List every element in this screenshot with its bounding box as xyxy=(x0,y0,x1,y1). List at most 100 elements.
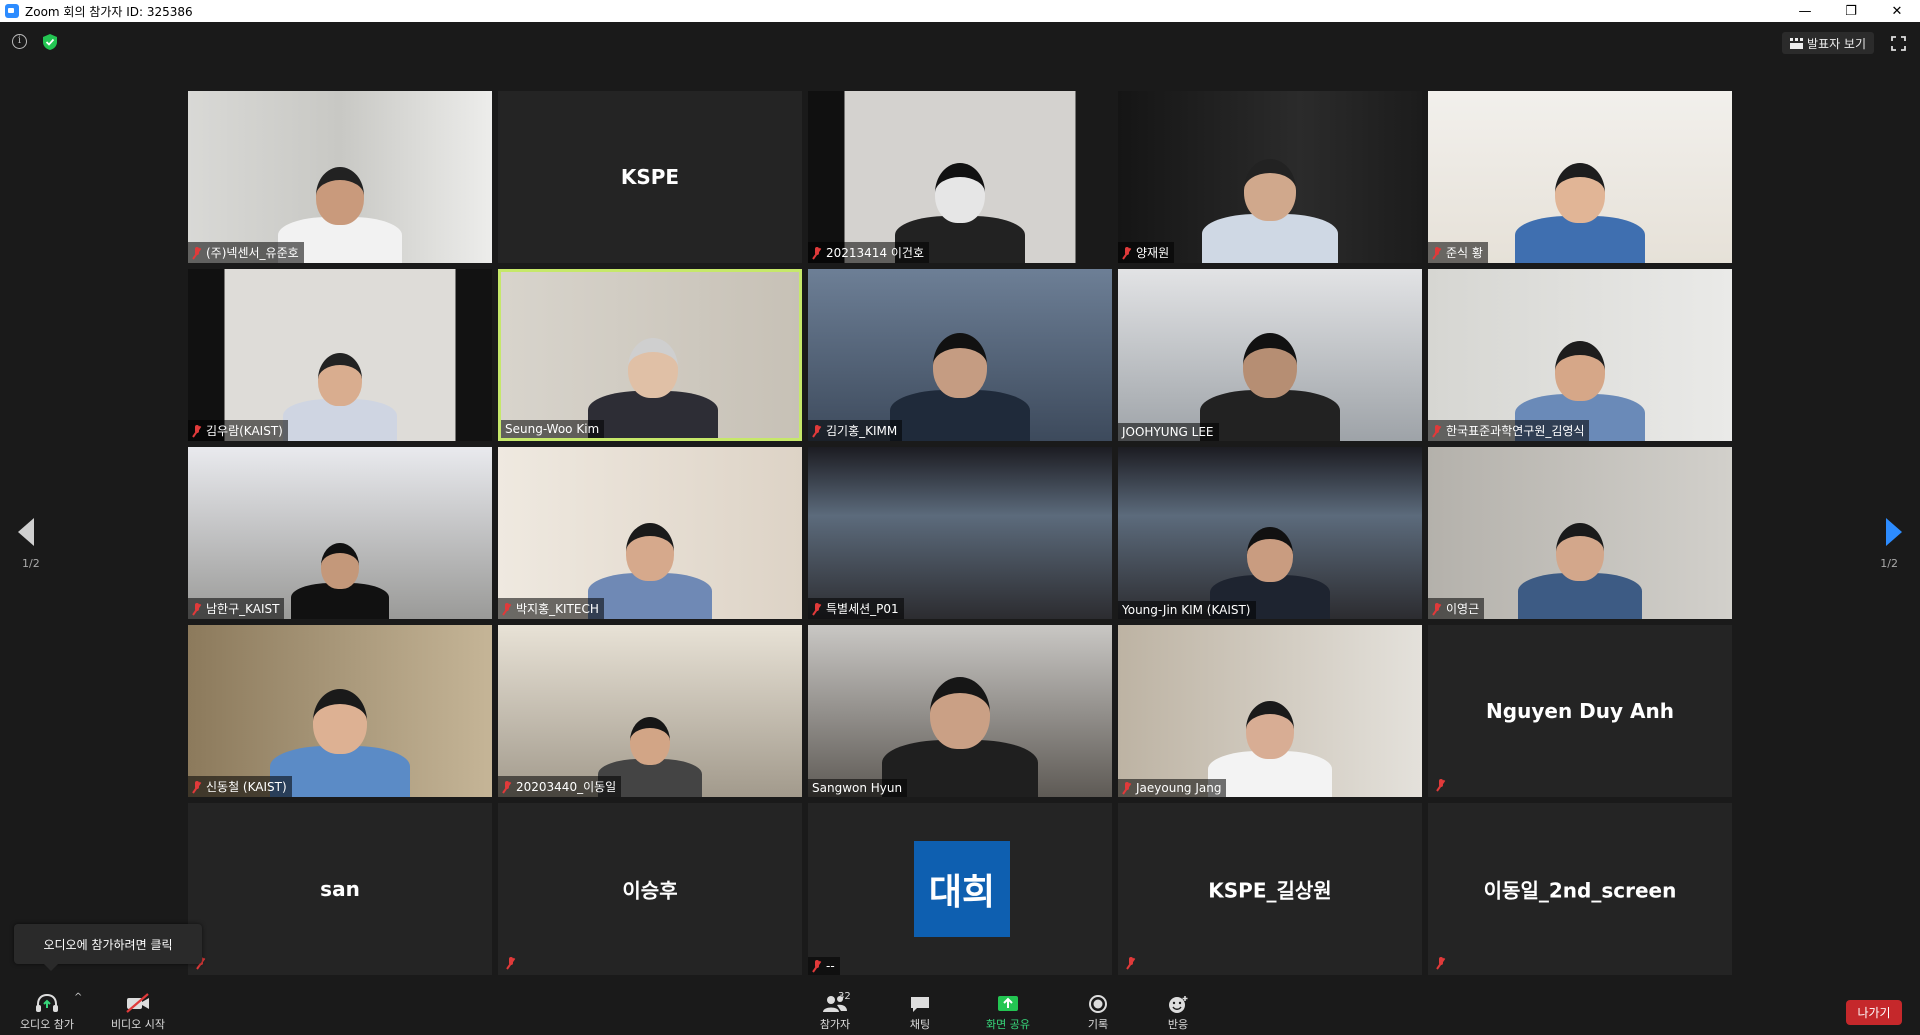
participant-nameplate: Jaeyoung Jang xyxy=(1118,779,1227,797)
participant-nameplate: 신동철 (KAIST) xyxy=(188,776,292,797)
participant-head xyxy=(1244,159,1296,222)
chat-button[interactable]: 채팅 xyxy=(890,982,950,1035)
participant-name: Sangwon Hyun xyxy=(812,781,903,795)
minimize-button[interactable]: — xyxy=(1782,0,1828,22)
join-audio-button[interactable]: 오디오 참가 xyxy=(8,982,86,1035)
participant-nameplate: 김우람(KAIST) xyxy=(188,420,288,441)
participant-tile[interactable]: KSPE_길상원 xyxy=(1118,803,1422,975)
fullscreen-icon[interactable] xyxy=(1891,36,1906,51)
meeting-info-icon[interactable]: i xyxy=(12,34,27,49)
participant-tile[interactable]: Sangwon Hyun xyxy=(808,625,1112,797)
mic-muted-icon xyxy=(1122,246,1132,259)
join-audio-label: 오디오 참가 xyxy=(19,1018,75,1031)
mic-muted-icon xyxy=(1436,779,1446,791)
participant-tile[interactable]: KSPE xyxy=(498,91,802,263)
participant-tile[interactable]: Young-Jin KIM (KAIST) xyxy=(1118,447,1422,619)
leave-meeting-button[interactable]: 나가기 xyxy=(1846,1000,1902,1025)
audio-options-chevron-icon[interactable]: ^ xyxy=(74,992,82,1003)
participant-name: 신동철 (KAIST) xyxy=(206,780,287,794)
start-video-label: 비디오 시작 xyxy=(110,1018,166,1031)
restore-button[interactable]: ❐ xyxy=(1828,0,1874,22)
reactions-button[interactable]: 반응 xyxy=(1148,982,1208,1035)
participants-button[interactable]: 32 참가자 xyxy=(800,982,870,1035)
participant-tile[interactable]: 이영근 xyxy=(1428,447,1732,619)
mic-muted-icon xyxy=(502,780,512,793)
participant-tile[interactable]: Seung-Woo Kim xyxy=(498,269,802,441)
chat-label: 채팅 xyxy=(909,1018,931,1031)
participant-tile[interactable]: san xyxy=(188,803,492,975)
participant-nameplate: 김기홍_KIMM xyxy=(808,420,903,441)
participant-name: 남한구_KAIST xyxy=(206,602,280,616)
participant-tile[interactable]: 준식 황 xyxy=(1428,91,1732,263)
participant-tile[interactable]: 이승후 xyxy=(498,803,802,975)
participant-display-name: 이동일_2nd_screen xyxy=(1483,878,1677,903)
participant-tile[interactable]: (주)넥센서_유준호 xyxy=(188,91,492,263)
participant-nameplate: 20213414 이건호 xyxy=(808,242,930,263)
share-screen-button[interactable]: 화면 공유 xyxy=(970,982,1046,1035)
participant-name: 박지홍_KITECH xyxy=(516,602,599,616)
participant-tile[interactable]: Jaeyoung Jang xyxy=(1118,625,1422,797)
encryption-shield-icon[interactable] xyxy=(42,33,58,51)
participant-tile[interactable]: Nguyen Duy Anh xyxy=(1428,625,1732,797)
speaker-view-button[interactable]: 발표자 보기 xyxy=(1781,32,1874,54)
participant-name: 김기홍_KIMM xyxy=(826,424,898,438)
participant-gallery-grid: (주)넥센서_유준호 KSPE 20213414 이건호 양재원 준식 황김우람(KAI… xyxy=(188,91,1733,975)
speaker-view-icon xyxy=(1789,37,1803,49)
participant-tile[interactable]: 양재원 xyxy=(1118,91,1422,263)
participant-tile[interactable]: 20203440_이동일 xyxy=(498,625,802,797)
participant-nameplate: JOOHYUNG LEE xyxy=(1118,423,1219,441)
participant-tile[interactable]: JOOHYUNG LEE xyxy=(1118,269,1422,441)
participant-head xyxy=(1243,333,1297,398)
reactions-label: 반응 xyxy=(1167,1018,1189,1031)
start-video-button[interactable]: 비디오 시작 xyxy=(100,982,176,1035)
participant-name: 이영근 xyxy=(1446,602,1480,616)
meeting-top-bar: i 발표자 보기 xyxy=(0,22,1920,64)
participant-display-name: KSPE xyxy=(620,165,680,189)
participant-name: Young-Jin KIM (KAIST) xyxy=(1122,603,1251,617)
previous-page-arrow-icon[interactable] xyxy=(18,518,34,546)
participant-display-name: san xyxy=(320,877,360,901)
record-button[interactable]: 기록 xyxy=(1068,982,1128,1035)
participant-name: Jaeyoung Jang xyxy=(1136,781,1222,795)
video-feed-background xyxy=(808,447,1112,619)
participant-tile[interactable]: 신동철 (KAIST) xyxy=(188,625,492,797)
participant-head xyxy=(626,523,674,581)
participant-tile[interactable]: 박지홍_KITECH xyxy=(498,447,802,619)
participant-tile[interactable]: 한국표준과학연구원_김영식 xyxy=(1428,269,1732,441)
participant-tile[interactable]: 대희 -- xyxy=(808,803,1112,975)
mic-muted-icon xyxy=(192,424,202,437)
participant-tile[interactable]: 김기홍_KIMM xyxy=(808,269,1112,441)
participant-display-name: KSPE_길상원 xyxy=(1208,878,1332,903)
mic-muted-icon xyxy=(812,246,822,259)
participant-nameplate: Seung-Woo Kim xyxy=(501,420,605,438)
participant-head xyxy=(1555,163,1605,223)
zoom-logo-icon xyxy=(5,4,19,18)
close-button[interactable]: ✕ xyxy=(1874,0,1920,22)
participant-nameplate: 한국표준과학연구원_김영식 xyxy=(1428,420,1590,441)
participant-nameplate: 이영근 xyxy=(1428,598,1485,619)
participant-name: (주)넥센서_유준호 xyxy=(206,246,299,260)
participant-nameplate: 박지홍_KITECH xyxy=(498,598,604,619)
participant-head xyxy=(321,543,359,589)
participant-tile[interactable]: 이동일_2nd_screen xyxy=(1428,803,1732,975)
window-title-bar: Zoom 회의 참가자 ID: 325386 — ❐ ✕ xyxy=(0,0,1920,22)
participant-body xyxy=(1202,213,1338,263)
participant-head xyxy=(930,677,990,749)
participant-head xyxy=(935,163,985,223)
participant-tile[interactable]: 특별세션_P01 xyxy=(808,447,1112,619)
participant-avatar: 대희 xyxy=(914,841,1010,937)
participant-head xyxy=(1555,341,1605,401)
record-label: 기록 xyxy=(1087,1018,1109,1031)
participant-nameplate: -- xyxy=(808,957,840,975)
participant-head xyxy=(933,333,987,398)
participant-nameplate: 준식 황 xyxy=(1428,242,1488,263)
participant-tile[interactable]: 남한구_KAIST xyxy=(188,447,492,619)
participant-tile[interactable]: 김우람(KAIST) xyxy=(188,269,492,441)
participant-nameplate: 특별세션_P01 xyxy=(808,598,904,619)
participant-head xyxy=(313,689,367,754)
participant-name: JOOHYUNG LEE xyxy=(1122,425,1214,439)
next-page-arrow-icon[interactable] xyxy=(1886,518,1902,546)
mic-muted-icon xyxy=(506,957,516,969)
participant-tile[interactable]: 20213414 이건호 xyxy=(808,91,1112,263)
mic-muted-icon xyxy=(1432,246,1442,259)
